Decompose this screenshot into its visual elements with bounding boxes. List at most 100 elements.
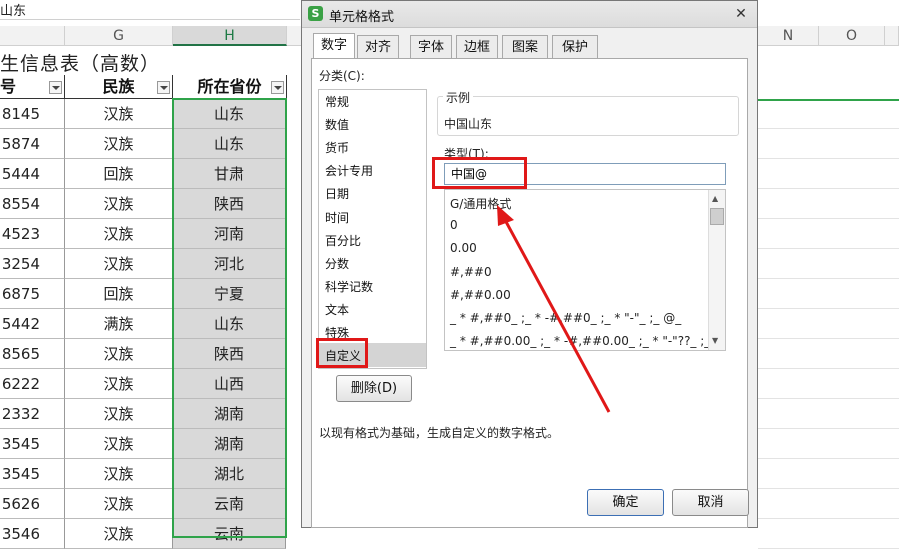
format-list[interactable]: G/通用格式 0 0.00 #,##0 #,##0.00 _ * #,##0_ ;_ * … xyxy=(444,189,726,351)
category-label: 分类(C): xyxy=(319,69,365,83)
grid-line xyxy=(758,488,899,489)
annotation-box-custom xyxy=(316,338,368,368)
grid-line xyxy=(758,158,899,159)
ethnicity-cell[interactable]: 汉族 xyxy=(65,129,173,159)
category-item[interactable]: 时间 xyxy=(325,209,349,226)
id-cell[interactable]: 8565 xyxy=(0,339,65,369)
grid-line xyxy=(758,338,899,339)
id-cell[interactable]: 5874 xyxy=(0,129,65,159)
grid-line xyxy=(758,218,899,219)
id-cell[interactable]: 3545 xyxy=(0,429,65,459)
id-cell[interactable]: 3545 xyxy=(0,459,65,489)
grid-line xyxy=(758,188,899,189)
filter-dropdown-icon[interactable] xyxy=(157,81,170,94)
ethnicity-cell[interactable]: 回族 xyxy=(65,279,173,309)
sheet-title: 生信息表（高数） xyxy=(0,53,161,75)
category-item[interactable]: 文本 xyxy=(325,301,349,318)
ethnicity-cell[interactable]: 汉族 xyxy=(65,189,173,219)
ok-button[interactable]: 确定 xyxy=(587,489,664,516)
format-item[interactable]: #,##0.00 xyxy=(450,288,511,302)
column-header-o[interactable]: O xyxy=(819,26,885,46)
dialog-title: 单元格格式 xyxy=(329,10,395,25)
grid-line xyxy=(758,368,899,369)
tab-pattern[interactable]: 图案 xyxy=(502,35,548,59)
format-item[interactable]: _ * #,##0_ ;_ * -#,##0_ ;_ * "-"_ ;_ @_ xyxy=(450,311,681,325)
grid-line xyxy=(758,518,899,519)
id-cell[interactable]: 8145 xyxy=(0,99,65,129)
ethnicity-cell[interactable]: 汉族 xyxy=(65,429,173,459)
category-item[interactable]: 百分比 xyxy=(325,232,361,249)
category-item[interactable]: 货币 xyxy=(325,139,349,156)
id-cell[interactable]: 3254 xyxy=(0,249,65,279)
sample-label: 示例 xyxy=(443,89,474,106)
format-item[interactable]: 0.00 xyxy=(450,241,477,255)
delete-button[interactable]: 删除(D) xyxy=(336,375,412,402)
category-item[interactable]: 日期 xyxy=(325,185,349,202)
cancel-button[interactable]: 取消 xyxy=(672,489,749,516)
tab-font[interactable]: 字体 xyxy=(410,35,452,59)
filter-dropdown-icon[interactable] xyxy=(49,81,62,94)
row-divider xyxy=(0,19,300,20)
category-item[interactable]: 会计专用 xyxy=(325,162,373,179)
id-cell[interactable]: 5444 xyxy=(0,159,65,189)
column-header-h[interactable]: H xyxy=(173,26,287,46)
category-item[interactable]: 数值 xyxy=(325,116,349,133)
grid-line xyxy=(758,308,899,309)
scroll-down-icon[interactable]: ▼ xyxy=(712,336,718,345)
format-item[interactable]: 0 xyxy=(450,218,458,232)
ethnicity-cell[interactable]: 汉族 xyxy=(65,249,173,279)
grid-line xyxy=(758,278,899,279)
format-list-scrollbar[interactable]: ▲ ▼ xyxy=(708,190,725,350)
ethnicity-cell[interactable]: 汉族 xyxy=(65,369,173,399)
column-header-i[interactable] xyxy=(287,26,302,46)
selection-range xyxy=(172,98,287,538)
column-header-f[interactable] xyxy=(0,26,65,46)
scroll-up-icon[interactable]: ▲ xyxy=(712,194,718,203)
selection-line xyxy=(758,99,899,101)
id-cell[interactable]: 8554 xyxy=(0,189,65,219)
ethnicity-cell[interactable]: 回族 xyxy=(65,159,173,189)
id-cell[interactable]: 6222 xyxy=(0,369,65,399)
grid-line xyxy=(758,428,899,429)
ethnicity-cell[interactable]: 汉族 xyxy=(65,489,173,519)
tab-border[interactable]: 边框 xyxy=(456,35,498,59)
annotation-box-type xyxy=(432,157,527,189)
header-id-label: 号 xyxy=(0,77,17,96)
ethnicity-cell[interactable]: 汉族 xyxy=(65,399,173,429)
tab-number[interactable]: 数字 xyxy=(313,33,355,59)
dialog-titlebar[interactable]: S 单元格格式 ✕ xyxy=(302,1,757,28)
ethnicity-cell[interactable]: 汉族 xyxy=(65,459,173,489)
tab-protection[interactable]: 保护 xyxy=(552,35,598,59)
id-cell[interactable]: 4523 xyxy=(0,219,65,249)
category-item[interactable]: 常规 xyxy=(325,93,349,110)
ethnicity-cell[interactable]: 汉族 xyxy=(65,219,173,249)
ethnicity-cell[interactable]: 满族 xyxy=(65,309,173,339)
format-item[interactable]: G/通用格式 xyxy=(450,195,511,212)
column-header-p[interactable] xyxy=(885,26,899,46)
column-header-g[interactable]: G xyxy=(65,26,173,46)
description-text: 以现有格式为基础，生成自定义的数字格式。 xyxy=(319,426,560,440)
grid-line xyxy=(758,398,899,399)
filter-dropdown-icon[interactable] xyxy=(271,81,284,94)
tab-alignment[interactable]: 对齐 xyxy=(357,35,399,59)
id-cell[interactable]: 3546 xyxy=(0,519,65,549)
id-cell[interactable]: 5442 xyxy=(0,309,65,339)
scrollbar-thumb[interactable] xyxy=(710,208,724,225)
header-id: 号 xyxy=(0,75,65,99)
ethnicity-cell[interactable]: 汉族 xyxy=(65,99,173,129)
category-item[interactable]: 分数 xyxy=(325,255,349,272)
header-ethnicity: 民族 xyxy=(65,75,173,99)
id-cell[interactable]: 6875 xyxy=(0,279,65,309)
close-icon[interactable]: ✕ xyxy=(730,6,752,22)
header-ethnicity-label: 民族 xyxy=(102,77,135,96)
format-item[interactable]: #,##0 xyxy=(450,265,492,279)
format-cells-dialog: S 单元格格式 ✕ 数字 对齐 字体 边框 图案 保护 分类(C): 常规数值货… xyxy=(301,0,758,528)
id-cell[interactable]: 5626 xyxy=(0,489,65,519)
column-header-n[interactable]: N xyxy=(758,26,819,46)
id-cell[interactable]: 2332 xyxy=(0,399,65,429)
category-item[interactable]: 科学记数 xyxy=(325,278,373,295)
format-item[interactable]: _ * #,##0.00_ ;_ * -#,##0.00_ ;_ * "-"??… xyxy=(450,334,725,348)
ethnicity-cell[interactable]: 汉族 xyxy=(65,519,173,549)
ethnicity-cell[interactable]: 汉族 xyxy=(65,339,173,369)
cell-content-top: 山东 xyxy=(0,4,27,19)
